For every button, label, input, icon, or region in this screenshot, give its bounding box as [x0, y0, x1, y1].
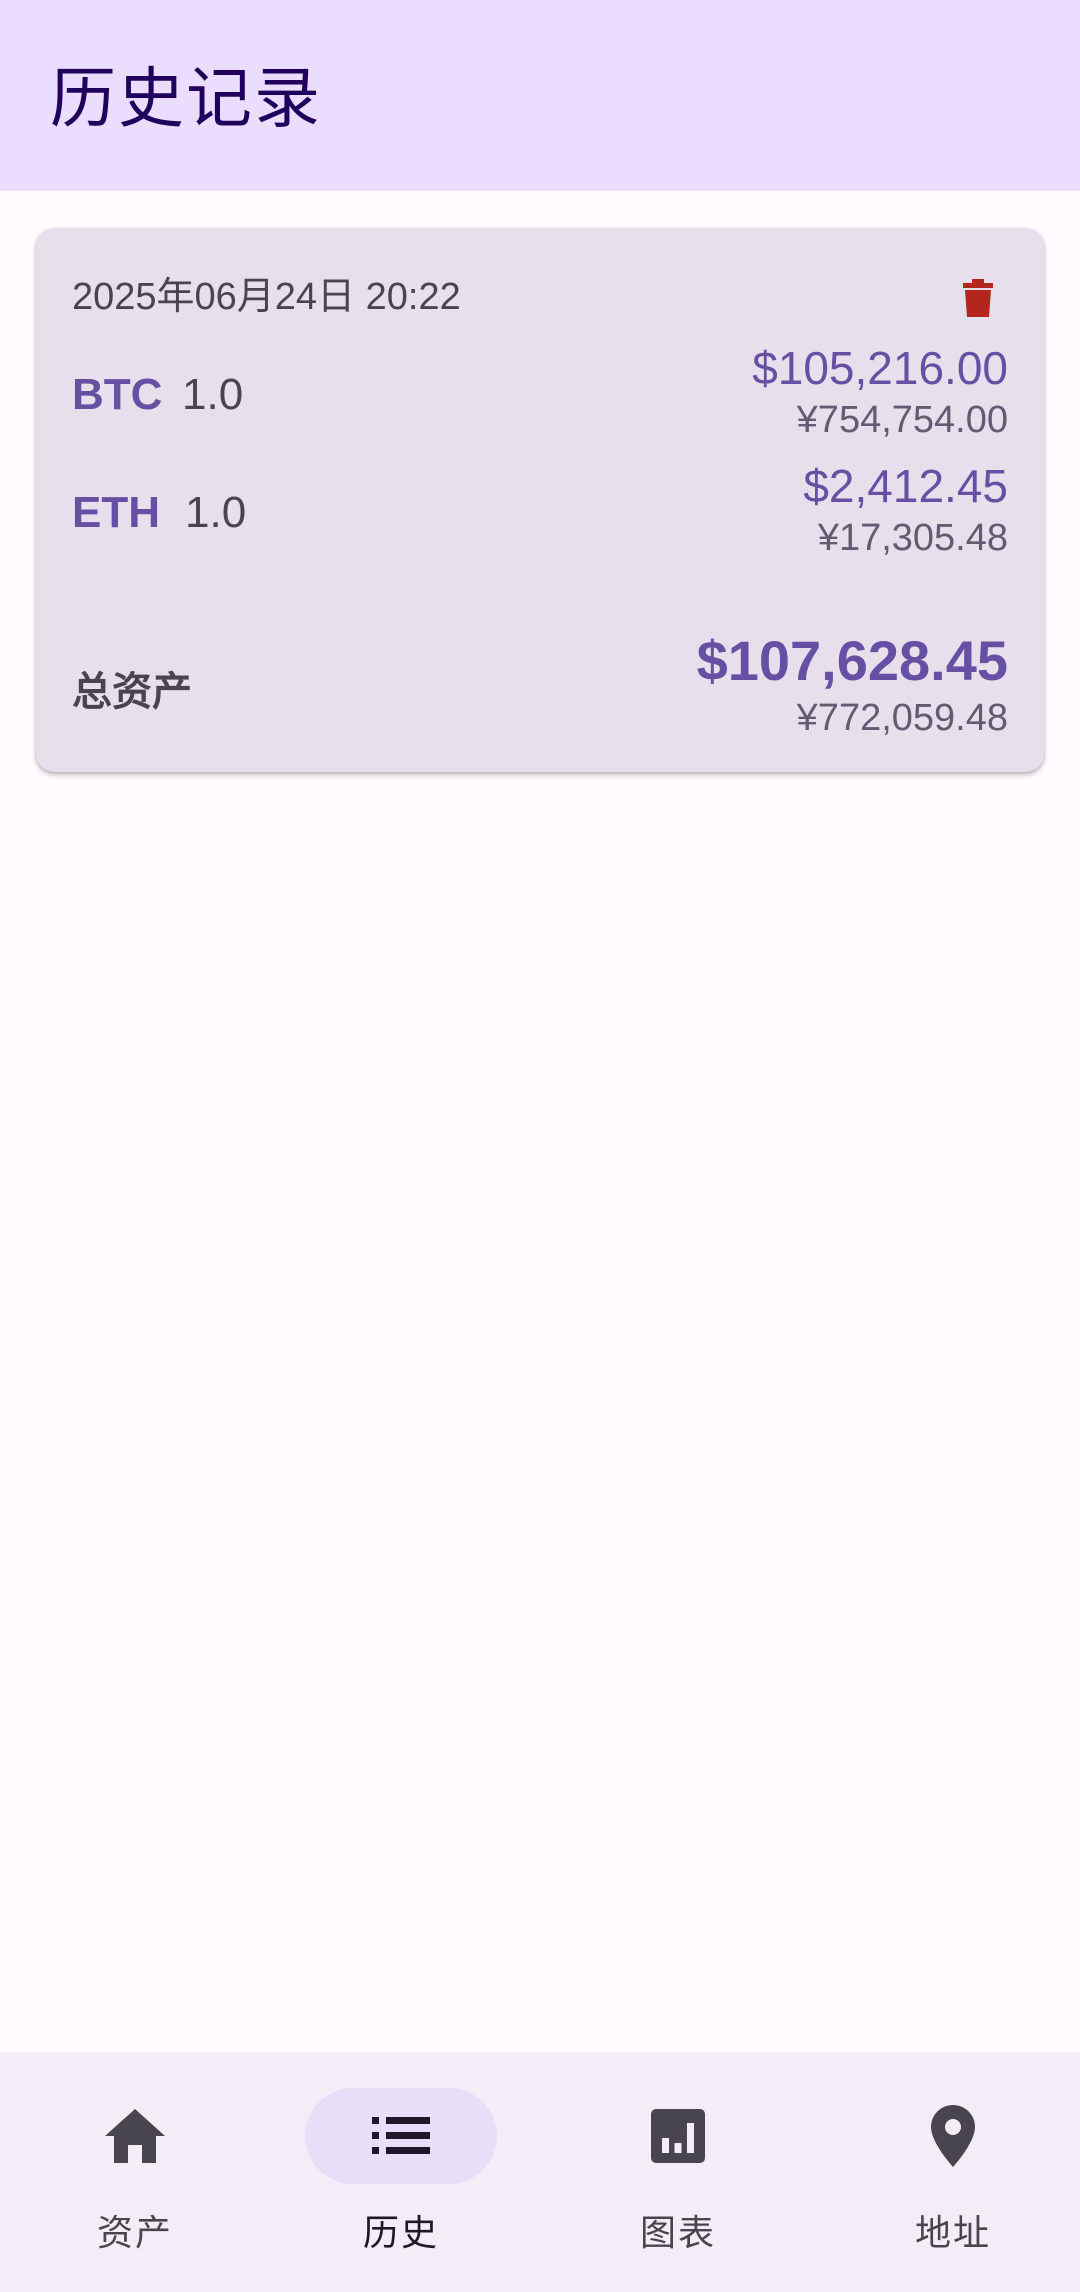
nav-active-indicator: [305, 2088, 497, 2184]
total-assets-usd: $107,628.45: [696, 629, 1008, 692]
total-assets-cny: ¥772,059.48: [796, 697, 1008, 739]
total-assets-label: 总资产: [72, 670, 192, 714]
nav-icon-container: [39, 2088, 231, 2184]
coin-amount: 1.0: [185, 488, 247, 537]
list-icon: [372, 2117, 430, 2154]
coin-symbol: BTC: [72, 370, 163, 419]
record-timestamp: 2025年06月24日 20:22: [72, 276, 461, 318]
history-record-card[interactable]: 2025年06月24日 20:22 BTC 1.0 $105,216.00 ¥7…: [36, 228, 1044, 772]
coin-symbol: ETH: [72, 488, 160, 537]
nav-item-charts[interactable]: 图表: [543, 2088, 813, 2288]
nav-icon-container: [582, 2088, 774, 2184]
nav-item-address[interactable]: 地址: [818, 2088, 1080, 2288]
nav-item-assets[interactable]: 资产: [0, 2088, 270, 2288]
coin-row-eth: ETH 1.0 $2,412.45 ¥17,305.48: [72, 458, 1008, 568]
coin-amount: 1.0: [182, 370, 244, 419]
coin-value-usd: $105,216.00: [752, 342, 1008, 394]
nav-label: 地址: [914, 2212, 991, 2253]
top-app-bar: 历史记录: [0, 0, 1080, 191]
delete-record-button[interactable]: [948, 268, 1008, 328]
coin-value-usd: $2,412.45: [803, 460, 1008, 512]
nav-label: 图表: [639, 2212, 716, 2253]
page-title: 历史记录: [50, 61, 322, 135]
bar-chart-icon: [651, 2109, 705, 2163]
nav-icon-container: [857, 2088, 1049, 2184]
nav-item-history[interactable]: 历史: [266, 2088, 536, 2288]
nav-label: 历史: [362, 2212, 439, 2253]
coin-value-cny: ¥17,305.48: [817, 517, 1008, 559]
trash-icon: [963, 279, 993, 317]
total-assets-row: 总资产 $107,628.45 ¥772,059.48: [72, 628, 1008, 748]
coin-row-btc: BTC 1.0 $105,216.00 ¥754,754.00: [72, 340, 1008, 450]
nav-label: 资产: [96, 2212, 173, 2253]
coin-value-cny: ¥754,754.00: [796, 399, 1008, 441]
home-icon: [105, 2109, 165, 2163]
bottom-navigation-bar: 资产 历史 图表 地址: [0, 2052, 1080, 2292]
location-pin-icon: [931, 2105, 975, 2167]
